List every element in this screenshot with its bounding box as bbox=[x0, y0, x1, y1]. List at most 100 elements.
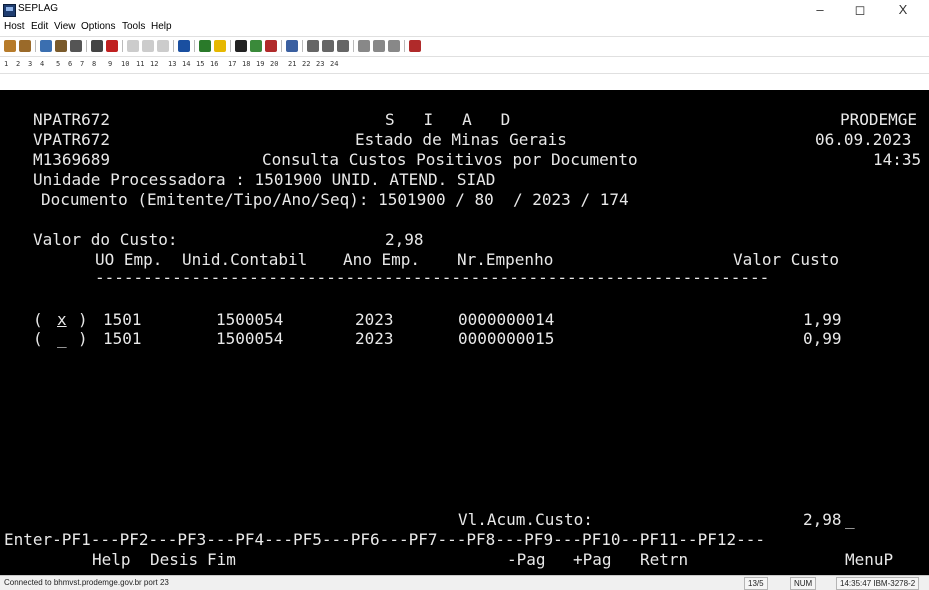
pf-key-10[interactable]: 10 bbox=[121, 60, 129, 68]
action-return[interactable]: Retrn bbox=[640, 551, 688, 569]
status-bar: Connected to bhmvst.prodemge.gov.br port… bbox=[0, 575, 929, 590]
toolbar-separator bbox=[86, 40, 87, 52]
backtab-icon[interactable] bbox=[322, 40, 334, 52]
terminal-cursor: _ bbox=[845, 510, 855, 529]
pf-key-11[interactable]: 11 bbox=[136, 60, 144, 68]
row-valor: 0,99 bbox=[803, 329, 842, 348]
menu-host[interactable]: Host bbox=[4, 21, 25, 32]
window-title: SEPLAG bbox=[18, 3, 59, 14]
col-header-uo: UO Emp. bbox=[95, 250, 163, 269]
action-desis[interactable]: Desis bbox=[150, 551, 198, 569]
menu-help[interactable]: Help bbox=[151, 21, 172, 32]
clipboard-icon[interactable] bbox=[55, 40, 67, 52]
pf-key-14[interactable]: 14 bbox=[182, 60, 190, 68]
action-prev-page[interactable]: -Pag bbox=[507, 551, 546, 569]
toolbar-separator bbox=[194, 40, 195, 52]
pf-key-23[interactable]: 23 bbox=[316, 60, 324, 68]
valor-custo-value: 2,98 bbox=[385, 230, 424, 249]
print-icon[interactable] bbox=[70, 40, 82, 52]
pf-key-9[interactable]: 9 bbox=[108, 60, 112, 68]
pa2-icon[interactable] bbox=[373, 40, 385, 52]
paste-disabled-icon bbox=[157, 40, 169, 52]
menu-edit[interactable]: Edit bbox=[31, 21, 48, 32]
pf-key-13[interactable]: 13 bbox=[168, 60, 176, 68]
undo-icon[interactable] bbox=[409, 40, 421, 52]
pf-key-21[interactable]: 21 bbox=[288, 60, 296, 68]
num-lock-indicator: NUM bbox=[790, 577, 817, 590]
pf-key-1[interactable]: 1 bbox=[4, 60, 8, 68]
pf-key-3[interactable]: 3 bbox=[28, 60, 32, 68]
macro-icon[interactable] bbox=[178, 40, 190, 52]
acum-custo-label: Vl.Acum.Custo: bbox=[458, 510, 593, 529]
toolbar-separator bbox=[353, 40, 354, 52]
copy-icon[interactable] bbox=[19, 40, 31, 52]
col-header-valor: Valor Custo bbox=[733, 250, 839, 269]
pf-key-20[interactable]: 20 bbox=[270, 60, 278, 68]
record-icon[interactable] bbox=[199, 40, 211, 52]
row-unid: 1500054 bbox=[216, 329, 284, 348]
minimize-button[interactable]: – bbox=[800, 0, 840, 20]
pf-key-18[interactable]: 18 bbox=[242, 60, 250, 68]
menu-tools[interactable]: Tools bbox=[122, 21, 145, 32]
tab-icon[interactable] bbox=[337, 40, 349, 52]
company-name: PRODEMGE bbox=[840, 110, 918, 129]
maximize-button[interactable]: ◻ bbox=[840, 0, 880, 20]
menu-options[interactable]: Options bbox=[81, 21, 115, 32]
pf-key-12[interactable]: 12 bbox=[150, 60, 158, 68]
toolbar-separator bbox=[35, 40, 36, 52]
settings-icon[interactable] bbox=[265, 40, 277, 52]
row-uo: 1501 bbox=[103, 329, 142, 348]
pf-key-7[interactable]: 7 bbox=[80, 60, 84, 68]
action-menu[interactable]: MenuP bbox=[845, 551, 893, 569]
acum-custo-value: 2,98 bbox=[803, 510, 842, 529]
menu-view[interactable]: View bbox=[54, 21, 76, 32]
stop-icon[interactable] bbox=[106, 40, 118, 52]
document-line: Documento (Emitente/Tipo/Ano/Seq): 15019… bbox=[41, 190, 629, 209]
app-name: S I A D bbox=[385, 110, 511, 129]
pf-key-19[interactable]: 19 bbox=[256, 60, 264, 68]
view-id: VPATR672 bbox=[33, 130, 111, 149]
row-select-open: ( bbox=[33, 310, 43, 329]
toolbar bbox=[0, 36, 929, 55]
user-id: M1369689 bbox=[33, 150, 111, 169]
pf-key-8[interactable]: 8 bbox=[92, 60, 96, 68]
pf-key-6[interactable]: 6 bbox=[68, 60, 72, 68]
transfer-icon[interactable] bbox=[40, 40, 52, 52]
action-fim[interactable]: Fim bbox=[207, 551, 236, 569]
pf-key-24[interactable]: 24 bbox=[330, 60, 338, 68]
screen-date: 06.09.2023 bbox=[815, 130, 912, 149]
action-help[interactable]: Help bbox=[92, 551, 131, 569]
pf-key-2[interactable]: 2 bbox=[16, 60, 20, 68]
pf-key-16[interactable]: 16 bbox=[210, 60, 218, 68]
col-header-empenho: Nr.Empenho bbox=[457, 250, 554, 269]
row-select-close: ) bbox=[78, 329, 88, 348]
toolbar-separator bbox=[122, 40, 123, 52]
pf-key-22[interactable]: 22 bbox=[302, 60, 310, 68]
pf-key-17[interactable]: 17 bbox=[228, 60, 236, 68]
home-icon[interactable] bbox=[286, 40, 298, 52]
warning-icon[interactable] bbox=[214, 40, 226, 52]
copy-disabled-icon bbox=[142, 40, 154, 52]
pf-key-4[interactable]: 4 bbox=[40, 60, 44, 68]
terminal-screen[interactable]: NPATR672 S I A D PRODEMGE VPATR672 Estad… bbox=[0, 90, 929, 575]
pf-key-15[interactable]: 15 bbox=[196, 60, 204, 68]
enter-icon[interactable] bbox=[307, 40, 319, 52]
cursor-position: 13/5 bbox=[744, 577, 768, 590]
color-icon[interactable] bbox=[250, 40, 262, 52]
close-button[interactable]: X bbox=[883, 0, 923, 20]
cut-icon[interactable] bbox=[4, 40, 16, 52]
pf-key-5[interactable]: 5 bbox=[56, 60, 60, 68]
screen-icon[interactable] bbox=[235, 40, 247, 52]
clock-session: 14:35:47 IBM-3278-2 bbox=[836, 577, 920, 590]
pa3-icon[interactable] bbox=[388, 40, 400, 52]
screen-time: 14:35 bbox=[873, 150, 922, 169]
row-select-field[interactable]: x bbox=[57, 311, 67, 329]
row-select-field[interactable]: _ bbox=[57, 330, 67, 348]
row-select-open: ( bbox=[33, 329, 43, 348]
row-empenho: 0000000015 bbox=[458, 329, 555, 348]
page-icon[interactable] bbox=[91, 40, 103, 52]
row-uo: 1501 bbox=[103, 310, 142, 329]
action-next-page[interactable]: +Pag bbox=[573, 551, 612, 569]
pf-key-bar: 1 2 3 4 5 6 7 8 9 10 11 12 13 14 15 16 1… bbox=[0, 56, 929, 74]
pa1-icon[interactable] bbox=[358, 40, 370, 52]
